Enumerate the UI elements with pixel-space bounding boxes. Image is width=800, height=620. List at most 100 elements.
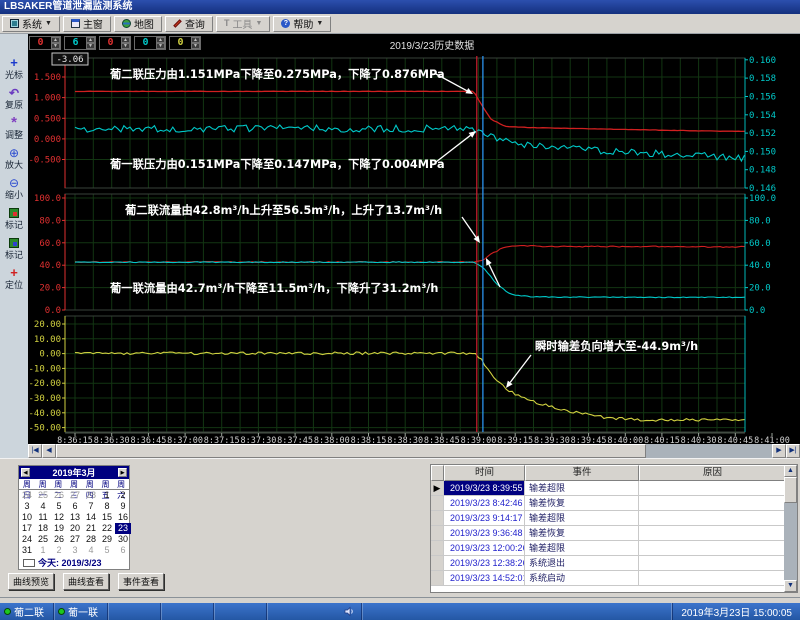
calendar-day[interactable]: 5: [99, 545, 115, 556]
calendar-day[interactable]: 12: [51, 512, 67, 523]
calendar-day[interactable]: 25: [35, 490, 51, 501]
calendar-day[interactable]: 2: [51, 545, 67, 556]
calendar-prev-button[interactable]: ◀: [21, 468, 30, 477]
taskbar-station-2[interactable]: 葡一联: [54, 603, 108, 620]
menu-item-6[interactable]: ?帮助▼: [273, 16, 331, 32]
calendar-day[interactable]: 28: [83, 490, 99, 501]
scroll-right-icon[interactable]: ▶: [772, 444, 786, 458]
calendar-day[interactable]: 5: [51, 501, 67, 512]
scroll-home-icon[interactable]: |◀: [28, 444, 42, 458]
event-row[interactable]: 2019/3/23 9:14:17输差超限: [431, 511, 797, 526]
calendar-day[interactable]: 8: [99, 501, 115, 512]
event-row[interactable]: 2019/3/23 8:42:46输差恢复: [431, 496, 797, 511]
vscroll-thumb[interactable]: [784, 477, 797, 503]
header-marker-cell[interactable]: [431, 465, 444, 481]
calendar-day[interactable]: 20: [67, 523, 83, 534]
curve-preview-button[interactable]: 曲线预览: [8, 573, 54, 590]
scroll-end-icon[interactable]: ▶|: [786, 444, 800, 458]
calendar-day[interactable]: 1: [99, 490, 115, 501]
calendar-next-button[interactable]: ▶: [118, 468, 127, 477]
tool-zoom-in[interactable]: ⊕放大: [1, 146, 27, 176]
event-view-button[interactable]: 事件查看: [118, 573, 164, 590]
calendar-day[interactable]: 23: [115, 523, 131, 534]
tool-locate[interactable]: +定位: [1, 266, 27, 296]
tool-undo[interactable]: ↶复原: [1, 86, 27, 116]
calendar-day[interactable]: 4: [35, 501, 51, 512]
calendar-day[interactable]: 1: [35, 545, 51, 556]
calendar-day[interactable]: 9: [115, 501, 131, 512]
scroll-up-icon[interactable]: ▲: [784, 465, 797, 477]
curve-offset-spinner-2[interactable]: 6▲▼: [64, 36, 96, 50]
calendar-day[interactable]: 14: [83, 512, 99, 523]
tool-mark-red[interactable]: 标记: [1, 206, 27, 236]
spinner-down-icon[interactable]: ▼: [86, 43, 95, 49]
event-table-vscrollbar[interactable]: ▲ ▼: [784, 465, 797, 592]
column-header-2[interactable]: 事件: [525, 465, 639, 481]
calendar-day[interactable]: 6: [115, 545, 131, 556]
curve-offset-spinner-5[interactable]: 0▲▼: [169, 36, 201, 50]
calendar-day[interactable]: 3: [19, 501, 35, 512]
curve-offset-spinner-4[interactable]: 0▲▼: [134, 36, 166, 50]
calendar-day[interactable]: 16: [115, 512, 131, 523]
scroll-left-icon[interactable]: ◀: [42, 444, 56, 458]
calendar-day[interactable]: 18: [35, 523, 51, 534]
calendar-day[interactable]: 19: [51, 523, 67, 534]
calendar-day[interactable]: 15: [99, 512, 115, 523]
calendar-day[interactable]: 28: [83, 534, 99, 545]
spinner-down-icon[interactable]: ▼: [156, 43, 165, 49]
calendar-day[interactable]: 7: [83, 501, 99, 512]
scroll-down-icon[interactable]: ▼: [784, 580, 797, 592]
calendar-day[interactable]: 24: [19, 534, 35, 545]
calendar-day[interactable]: 10: [19, 512, 35, 523]
curve-offset-spinner-1[interactable]: 0▲▼: [29, 36, 61, 50]
chart-hscrollbar[interactable]: |◀ ◀ ▶ ▶|: [28, 444, 800, 458]
speaker-icon[interactable]: [344, 606, 355, 617]
calendar-day[interactable]: 11: [35, 512, 51, 523]
query-icon: [173, 19, 181, 27]
column-header-1[interactable]: 时间: [444, 465, 525, 481]
spinner-down-icon[interactable]: ▼: [121, 43, 130, 49]
menu-item-4[interactable]: 查询: [165, 16, 213, 32]
spinner-down-icon[interactable]: ▼: [51, 43, 60, 49]
spinner-down-icon[interactable]: ▼: [191, 43, 200, 49]
curve-view-button[interactable]: 曲线查看: [63, 573, 109, 590]
calendar-day[interactable]: 27: [67, 490, 83, 501]
event-row[interactable]: ▶2019/3/23 8:39:55输差超限: [431, 481, 797, 496]
calendar-day[interactable]: 27: [67, 534, 83, 545]
event-row[interactable]: 2019/3/23 9:36:48输差恢复: [431, 526, 797, 541]
tool-adjust[interactable]: *调整: [1, 116, 27, 146]
calendar-day[interactable]: 21: [83, 523, 99, 534]
calendar-day[interactable]: 29: [99, 534, 115, 545]
column-header-3[interactable]: 原因: [639, 465, 786, 481]
taskbar-station-1[interactable]: 葡二联: [0, 603, 54, 620]
calendar-day[interactable]: 31: [19, 545, 35, 556]
tool-cursor-crosshair[interactable]: +光标: [1, 56, 27, 86]
menu-item-5[interactable]: T工具▼: [216, 16, 270, 32]
menu-item-2[interactable]: 主窗: [63, 16, 111, 32]
calendar-day[interactable]: 2: [115, 490, 131, 501]
svg-text:0.150: 0.150: [749, 147, 776, 157]
calendar-day[interactable]: 4: [83, 545, 99, 556]
event-row[interactable]: 2019/3/23 12:00:26输差超限: [431, 541, 797, 556]
calendar-day[interactable]: 13: [67, 512, 83, 523]
calendar-day[interactable]: 30: [115, 534, 131, 545]
curve-offset-spinner-3[interactable]: 0▲▼: [99, 36, 131, 50]
tool-zoom-out[interactable]: ⊖缩小: [1, 176, 27, 206]
svg-text:-20.00: -20.00: [28, 379, 61, 389]
weekday-label: 周一: [35, 479, 51, 489]
calendar-day[interactable]: 22: [99, 523, 115, 534]
calendar-day[interactable]: 24: [19, 490, 35, 501]
menu-item-1[interactable]: 系统▼: [2, 16, 60, 32]
calendar-day[interactable]: 3: [67, 545, 83, 556]
event-row[interactable]: 2019/3/23 14:52:01系统启动: [431, 571, 797, 586]
calendar-day[interactable]: 26: [51, 490, 67, 501]
calendar-day[interactable]: 25: [35, 534, 51, 545]
event-row[interactable]: 2019/3/23 12:38:26系统退出: [431, 556, 797, 571]
menu-item-3[interactable]: 地图: [114, 16, 162, 32]
tool-mark-blue[interactable]: 标记: [1, 236, 27, 266]
calendar-day[interactable]: 26: [51, 534, 67, 545]
trend-chart[interactable]: 1.5001.0000.5000.000-0.5000.1600.1580.15…: [28, 52, 800, 444]
calendar-day[interactable]: 6: [67, 501, 83, 512]
calendar-day[interactable]: 17: [19, 523, 35, 534]
scroll-thumb[interactable]: [56, 444, 646, 458]
